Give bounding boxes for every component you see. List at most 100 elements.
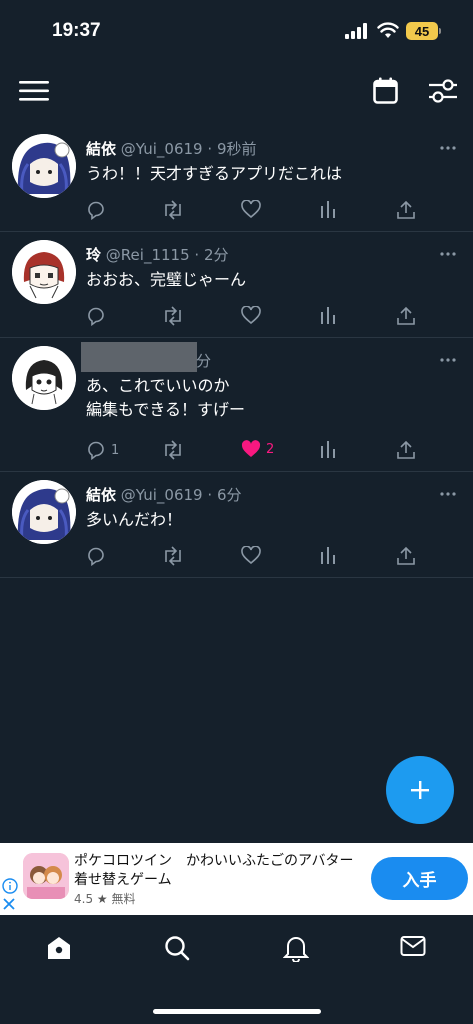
separator-dot: · (207, 486, 213, 504)
share-button[interactable] (397, 306, 415, 325)
tweet-timestamp: 2分 (203, 246, 229, 264)
tweet-text-line: うわ！！天才すぎるアプリだこれは (86, 164, 343, 183)
tweet-text: おおお、完璧じゃーん (86, 268, 246, 292)
search-icon (165, 936, 190, 961)
tweet-author-name[interactable]: 結依 (86, 486, 116, 504)
tweet-text: うわ！！天才すぎるアプリだこれは (86, 162, 342, 186)
retweet-button[interactable] (162, 440, 184, 460)
tweet-item[interactable]: 結依 @Yui_0619 · 6分 多いんだわ！ (0, 472, 473, 578)
more-options-icon[interactable] (440, 146, 456, 150)
more-options-icon[interactable] (440, 252, 456, 256)
mail-icon (400, 936, 426, 956)
reply-button[interactable]: 1 (86, 440, 119, 460)
retweet-button[interactable] (162, 200, 184, 220)
retweet-button[interactable] (162, 306, 184, 326)
tweet-timestamp: 分 (196, 352, 212, 370)
reply-button[interactable] (86, 200, 106, 220)
tweet-author-handle[interactable]: @Yui_0619 (121, 486, 203, 504)
signal-icon (345, 23, 367, 39)
heart-icon (241, 546, 261, 565)
like-button[interactable] (241, 546, 261, 565)
more-options-icon[interactable] (440, 358, 456, 362)
share-button[interactable] (397, 200, 415, 219)
reply-count: 1 (111, 442, 120, 458)
battery-nub (439, 28, 441, 34)
tweet-text-line: おおお、完璧じゃーん (86, 270, 247, 289)
home-icon (48, 937, 70, 959)
share-button[interactable] (397, 546, 415, 565)
reply-button[interactable] (86, 546, 106, 566)
ad-title-line: ポケコロツイン かわいいふたごのアバター (74, 853, 354, 869)
separator-dot: · (194, 246, 200, 264)
nav-search[interactable] (164, 935, 190, 965)
tweet-actions (86, 306, 426, 328)
heart-icon (241, 306, 261, 325)
info-icon[interactable] (2, 878, 18, 894)
ad-app-icon[interactable] (23, 853, 69, 899)
ad-banner[interactable]: ポケコロツイン かわいいふたごのアバター 着せ替えゲーム 4.5 ★ 無料 入手 (0, 843, 473, 915)
close-icon[interactable] (2, 897, 16, 911)
reply-icon (88, 547, 104, 566)
tweet-header: 結依 @Yui_0619 · 9秒前 (86, 138, 256, 159)
share-button[interactable] (397, 440, 415, 459)
tweet-header: 結依 @Yui_0619 · 6分 (86, 484, 241, 505)
analytics-button[interactable] (319, 440, 337, 458)
status-bar: 19:37 45 (0, 0, 473, 62)
analytics-button[interactable] (319, 546, 337, 564)
retweet-button[interactable] (162, 546, 184, 566)
tweet-actions: 1 2 (86, 440, 426, 462)
ad-title[interactable]: ポケコロツイン かわいいふたごのアバター 着せ替えゲーム (74, 852, 370, 890)
analytics-button[interactable] (319, 306, 337, 324)
avatar[interactable] (12, 134, 76, 198)
avatar[interactable] (12, 480, 76, 544)
tweet-actions (86, 200, 426, 222)
retweet-icon (165, 306, 181, 326)
bell-icon (282, 937, 310, 963)
nav-notifications[interactable] (282, 935, 310, 966)
reply-button[interactable] (86, 306, 106, 326)
heart-icon (241, 200, 261, 219)
ad-price: 無料 (111, 892, 136, 906)
tweet-text: 多いんだわ！ (86, 508, 182, 532)
nav-home[interactable] (46, 935, 72, 965)
analytics-icon (321, 547, 335, 564)
more-options-icon[interactable] (440, 492, 456, 496)
tweet-item[interactable]: 結依 @Yui_0619 · 9秒前 うわ！！天才すぎるアプリだこれは (0, 126, 473, 232)
menu-icon[interactable] (19, 80, 49, 102)
like-button[interactable] (241, 200, 261, 219)
like-button[interactable]: 2 (241, 440, 274, 459)
share-icon (397, 306, 415, 325)
tweet-item[interactable]: 分 あ、これでいいのか 編集もできる！すげー 1 2 (0, 338, 473, 472)
analytics-button[interactable] (319, 200, 337, 218)
tweet-author-handle[interactable]: @Yui_0619 (121, 140, 203, 158)
home-indicator (153, 1009, 321, 1014)
tweet-text-line: 多いんだわ！ (86, 510, 183, 529)
calendar-icon[interactable] (373, 77, 398, 104)
reply-icon (88, 441, 104, 460)
like-button[interactable] (241, 306, 261, 325)
filter-icon[interactable] (429, 78, 457, 104)
avatar[interactable] (12, 346, 76, 410)
share-icon (397, 440, 415, 459)
analytics-icon (321, 441, 335, 458)
bottom-nav (0, 915, 473, 1024)
retweet-icon (165, 440, 181, 460)
ad-get-button[interactable]: 入手 (371, 857, 468, 900)
ad-title-line: 着せ替えゲーム (74, 872, 172, 888)
analytics-icon (321, 201, 335, 218)
wifi-icon (377, 22, 399, 38)
like-count: 2 (266, 442, 275, 457)
battery-indicator: 45 (406, 22, 438, 40)
redacted-author-area (81, 342, 197, 372)
compose-button[interactable] (386, 756, 454, 824)
ad-rating: 4.5 ★ 無料 (74, 890, 136, 907)
tweet-actions (86, 546, 426, 568)
nav-messages[interactable] (400, 935, 426, 961)
tweet-author-handle[interactable]: @Rei_1115 (106, 246, 190, 264)
tweet-item[interactable]: 玲 @Rei_1115 · 2分 おおお、完璧じゃーん (0, 232, 473, 338)
tweet-author-name[interactable]: 結依 (86, 140, 116, 158)
reply-icon (88, 201, 104, 220)
avatar[interactable] (12, 240, 76, 304)
retweet-icon (165, 200, 181, 220)
tweet-author-name[interactable]: 玲 (86, 246, 101, 264)
